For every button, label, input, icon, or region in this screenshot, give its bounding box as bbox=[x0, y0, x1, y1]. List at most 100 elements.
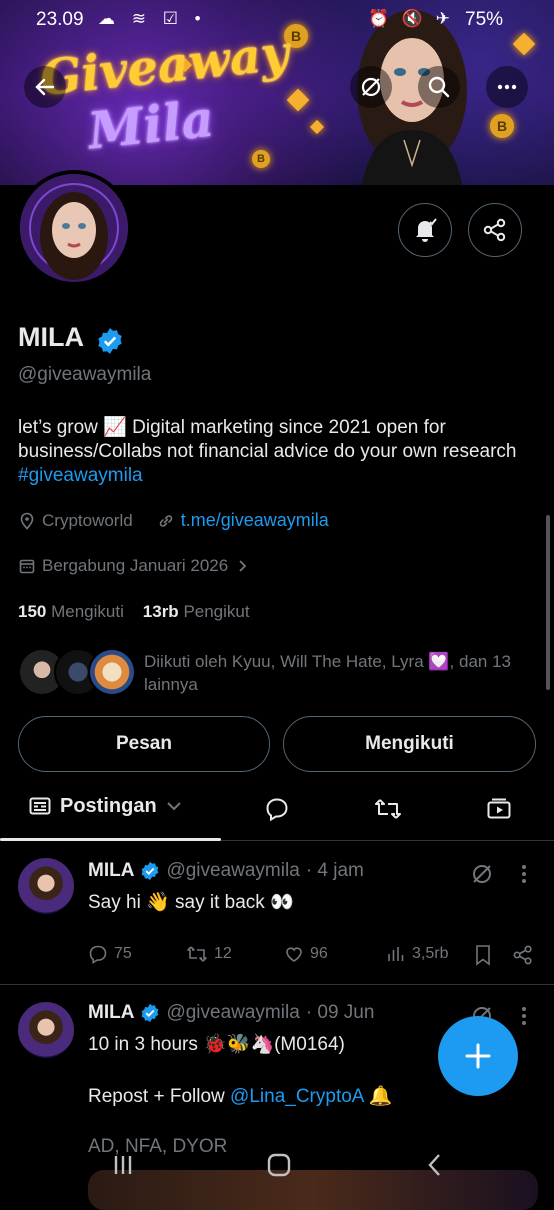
system-icons: ⏰ 🔇 ✈ bbox=[368, 9, 455, 28]
chevron-right-icon bbox=[239, 560, 247, 572]
mention-link[interactable]: @Lina_CryptoA bbox=[230, 1086, 363, 1107]
profile-website-link[interactable]: t.me/giveawaymila bbox=[181, 510, 329, 531]
more-horizontal-icon bbox=[497, 84, 517, 90]
tab-posts-label: Postingan bbox=[60, 794, 157, 817]
share-icon[interactable] bbox=[512, 944, 534, 966]
followers-count: 13rb bbox=[142, 602, 179, 621]
posts-tab-icon bbox=[29, 797, 51, 815]
active-tab-indicator bbox=[0, 838, 221, 841]
like-count: 96 bbox=[310, 945, 328, 962]
profile-avatar[interactable] bbox=[16, 170, 132, 286]
reply-action[interactable]: 75 bbox=[88, 944, 132, 964]
tab-media-icon[interactable] bbox=[486, 796, 512, 822]
plus-icon bbox=[465, 1043, 491, 1069]
back-button[interactable] bbox=[24, 66, 66, 108]
more-options-button[interactable] bbox=[486, 66, 528, 108]
search-icon bbox=[428, 76, 450, 98]
banner-title-mila: Mila bbox=[85, 88, 217, 161]
status-time: 23.09 bbox=[36, 9, 84, 30]
tweet-header: MILA @giveawaymila · 4 jam bbox=[88, 860, 364, 882]
grok-icon bbox=[361, 77, 381, 97]
home-icon[interactable] bbox=[264, 1150, 294, 1180]
battery-level: 75% bbox=[465, 9, 504, 30]
profile-meta-location-link: Cryptoworld t.me/giveawaymila bbox=[18, 510, 329, 531]
views-action[interactable]: 3,5rb bbox=[386, 944, 448, 964]
grok-icon[interactable] bbox=[470, 862, 494, 886]
following-stat[interactable]: 150 Mengikuti bbox=[18, 602, 124, 621]
bio-hashtag-link[interactable]: #giveawaymila bbox=[18, 465, 143, 486]
followed-by-text[interactable]: Diikuti oleh Kyuu, Will The Hate, Lyra 💟… bbox=[144, 650, 534, 696]
diamond-icon bbox=[286, 88, 310, 112]
status-bar: 23.09 ☁ ≋ ☑ • ⏰ 🔇 ✈ 75% bbox=[0, 0, 554, 40]
tweet-author-name[interactable]: MILA bbox=[88, 860, 134, 882]
profile-tabs: Postingan bbox=[0, 782, 554, 841]
grok-button[interactable] bbox=[350, 66, 392, 108]
arrow-left-icon bbox=[35, 78, 55, 96]
share-profile-button[interactable] bbox=[468, 203, 522, 257]
like-action[interactable]: 96 bbox=[284, 944, 328, 964]
follower-avatar bbox=[88, 648, 136, 696]
tweet-text: Say hi 👋 say it back 👀 bbox=[88, 892, 294, 913]
tweet-author-handle: @giveawaymila bbox=[166, 1002, 300, 1023]
following-count: 150 bbox=[18, 602, 47, 621]
tweet-author-name[interactable]: MILA bbox=[88, 1002, 134, 1024]
following-button[interactable]: Mengikuti bbox=[283, 716, 536, 772]
repost-icon bbox=[187, 946, 207, 962]
views-count: 3,5rb bbox=[412, 945, 449, 962]
calendar-icon bbox=[19, 559, 35, 574]
reply-count: 75 bbox=[114, 945, 132, 962]
followers-label: Pengikut bbox=[183, 602, 250, 621]
tweet-text-line2: Repost + Follow @Lina_CryptoA 🔔 bbox=[88, 1084, 392, 1108]
scrollbar[interactable] bbox=[546, 515, 550, 690]
profile-handle: @giveawaymila bbox=[18, 364, 152, 385]
back-nav-icon[interactable] bbox=[420, 1150, 450, 1180]
search-button[interactable] bbox=[418, 66, 460, 108]
tweet-text-suffix: 🔔 bbox=[363, 1086, 393, 1107]
bookmark-icon[interactable] bbox=[474, 944, 492, 966]
tweet-text-prefix: Repost + Follow bbox=[88, 1086, 231, 1107]
joined-date-text: Bergabung Januari 2026 bbox=[42, 556, 229, 575]
verified-badge-icon bbox=[142, 1003, 159, 1023]
bio-text: let’s grow 📈 Digital marketing since 202… bbox=[18, 417, 517, 462]
verified-badge-icon bbox=[142, 861, 159, 881]
tweet-text-line1: 10 in 3 hours 🐞🐝🦄(M0164) bbox=[88, 1034, 345, 1055]
tweet-actions: 75 12 96 3,5rb bbox=[88, 944, 538, 968]
location-text: Cryptoworld bbox=[42, 510, 133, 530]
more-vertical-icon[interactable] bbox=[514, 1004, 534, 1028]
follow-stats: 150 Mengikuti 13rb Pengikut bbox=[18, 602, 250, 622]
notification-icons: ☁ ≋ ☑ • bbox=[98, 9, 207, 28]
verified-badge-icon bbox=[98, 328, 122, 354]
joined-date-row[interactable]: Bergabung Januari 2026 bbox=[18, 556, 250, 576]
avatar-portrait bbox=[20, 174, 128, 282]
tweet-author-avatar[interactable] bbox=[18, 1002, 74, 1058]
tweet-time: · 09 Jun bbox=[305, 1002, 375, 1023]
message-button[interactable]: Pesan bbox=[18, 716, 270, 772]
followers-stat[interactable]: 13rb Pengikut bbox=[143, 602, 250, 621]
notifications-button[interactable] bbox=[398, 203, 452, 257]
tab-reposts-icon[interactable] bbox=[374, 796, 402, 822]
reply-icon bbox=[89, 945, 107, 964]
compose-post-button[interactable] bbox=[438, 1016, 518, 1096]
more-vertical-icon[interactable] bbox=[514, 862, 534, 886]
followed-by-avatars[interactable] bbox=[18, 648, 136, 696]
heart-icon bbox=[286, 947, 302, 962]
tweet-header: MILA @giveawaymila · 09 Jun bbox=[88, 1002, 374, 1024]
repost-count: 12 bbox=[214, 945, 232, 962]
share-icon bbox=[483, 218, 506, 242]
recent-apps-icon[interactable] bbox=[108, 1150, 138, 1180]
profile-bio: let’s grow 📈 Digital marketing since 202… bbox=[18, 416, 538, 488]
diamond-icon bbox=[309, 119, 325, 135]
bitcoin-coin-icon: B bbox=[252, 150, 270, 168]
tab-replies-icon[interactable] bbox=[264, 796, 290, 822]
location-pin-icon bbox=[20, 512, 34, 530]
repost-action[interactable]: 12 bbox=[186, 944, 232, 964]
chevron-down-icon bbox=[166, 802, 181, 811]
following-label: Mengikuti bbox=[51, 602, 124, 621]
tweet-time: · 4 jam bbox=[305, 860, 364, 881]
bitcoin-coin-icon: B bbox=[490, 114, 514, 138]
bell-check-icon bbox=[416, 218, 437, 242]
tweet-author-avatar[interactable] bbox=[18, 858, 74, 914]
tweet-divider bbox=[0, 984, 554, 985]
link-icon bbox=[159, 514, 172, 527]
tab-posts[interactable]: Postingan bbox=[28, 794, 183, 818]
